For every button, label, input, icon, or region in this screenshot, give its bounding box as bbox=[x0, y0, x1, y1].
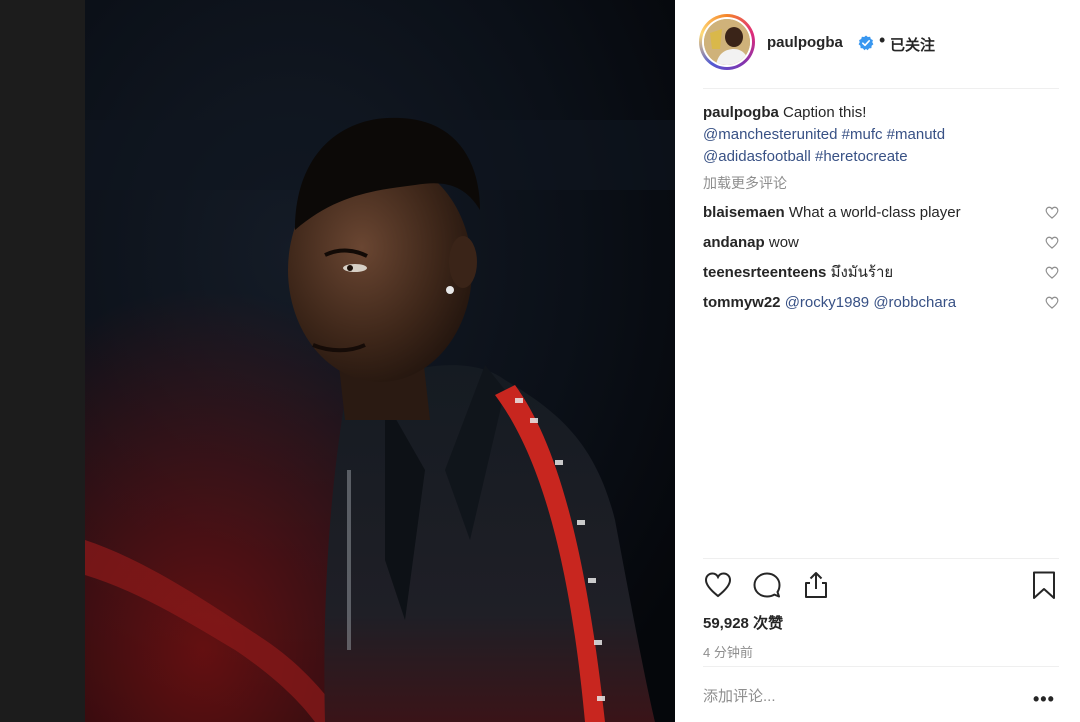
comment-text: What a world-class player bbox=[788, 204, 961, 221]
left-backdrop bbox=[0, 0, 85, 722]
post-timestamp[interactable]: 4 分钟前 bbox=[703, 642, 753, 661]
comment-username[interactable]: teenesrteenteens bbox=[703, 264, 826, 281]
header-separator: • bbox=[879, 30, 886, 50]
caption-mention[interactable]: @manchesterunited bbox=[703, 126, 837, 143]
comment-like-heart-icon[interactable] bbox=[1045, 266, 1059, 279]
like-count[interactable]: 59,928 次赞 bbox=[703, 612, 783, 633]
comment-mention[interactable]: @rocky1989 bbox=[785, 294, 869, 311]
actions-divider bbox=[703, 558, 1059, 559]
caption-hashtag[interactable]: #manutd bbox=[887, 126, 945, 143]
header-divider bbox=[703, 88, 1059, 89]
author-username[interactable]: paulpogba bbox=[767, 34, 843, 51]
following-button[interactable]: 已关注 bbox=[890, 34, 935, 55]
comment-item: blaisemaen What a world-class player bbox=[703, 198, 1059, 228]
avatar[interactable] bbox=[699, 14, 755, 70]
post-header: paulpogba • 已关注 bbox=[675, 0, 1080, 88]
comment-like-heart-icon[interactable] bbox=[1045, 236, 1059, 249]
comment-mention[interactable]: @robbchara bbox=[873, 294, 956, 311]
caption: paulpogba Caption this! bbox=[703, 102, 1059, 124]
heart-icon[interactable] bbox=[703, 570, 733, 600]
caption-hashtag[interactable]: #heretocreate bbox=[815, 148, 908, 165]
post-details-panel: paulpogba • 已关注 paulpogba Caption this! … bbox=[675, 0, 1080, 722]
caption-text: Caption this! bbox=[783, 104, 867, 121]
comments-section: paulpogba Caption this! @manchesterunite… bbox=[703, 102, 1059, 318]
comment-username[interactable]: tommyw22 bbox=[703, 294, 781, 311]
comment-item: tommyw22 @rocky1989 @robbchara bbox=[703, 288, 1059, 318]
comment-item: teenesrteenteens มึงมันร้าย bbox=[703, 258, 1059, 288]
input-divider bbox=[703, 666, 1059, 667]
share-icon[interactable] bbox=[801, 570, 831, 600]
more-options-icon[interactable]: ••• bbox=[1033, 690, 1055, 708]
bookmark-icon[interactable] bbox=[1029, 570, 1059, 600]
comment-text: wow bbox=[768, 234, 799, 251]
comment-like-heart-icon[interactable] bbox=[1045, 296, 1059, 309]
caption-mention[interactable]: @adidasfootball bbox=[703, 148, 811, 165]
comment-bubble-icon[interactable] bbox=[752, 570, 782, 600]
post-photo[interactable] bbox=[85, 0, 675, 722]
caption-username[interactable]: paulpogba bbox=[703, 104, 779, 121]
comment-like-heart-icon[interactable] bbox=[1045, 206, 1059, 219]
load-more-comments-link[interactable]: 加载更多评论 bbox=[703, 172, 1059, 198]
comment-username[interactable]: andanap bbox=[703, 234, 765, 251]
instagram-post-viewer: paulpogba • 已关注 paulpogba Caption this! … bbox=[0, 0, 1080, 722]
like-count-number: 59,928 bbox=[703, 615, 749, 632]
caption-hashtag[interactable]: #mufc bbox=[842, 126, 883, 143]
verified-badge-icon bbox=[858, 35, 874, 51]
comment-item: andanap wow bbox=[703, 228, 1059, 258]
avatar-image bbox=[704, 19, 750, 65]
comment-username[interactable]: blaisemaen bbox=[703, 204, 785, 221]
add-comment-input[interactable] bbox=[703, 688, 1013, 705]
comment-text: มึงมันร้าย bbox=[830, 264, 894, 281]
like-count-unit: 次赞 bbox=[753, 615, 784, 632]
